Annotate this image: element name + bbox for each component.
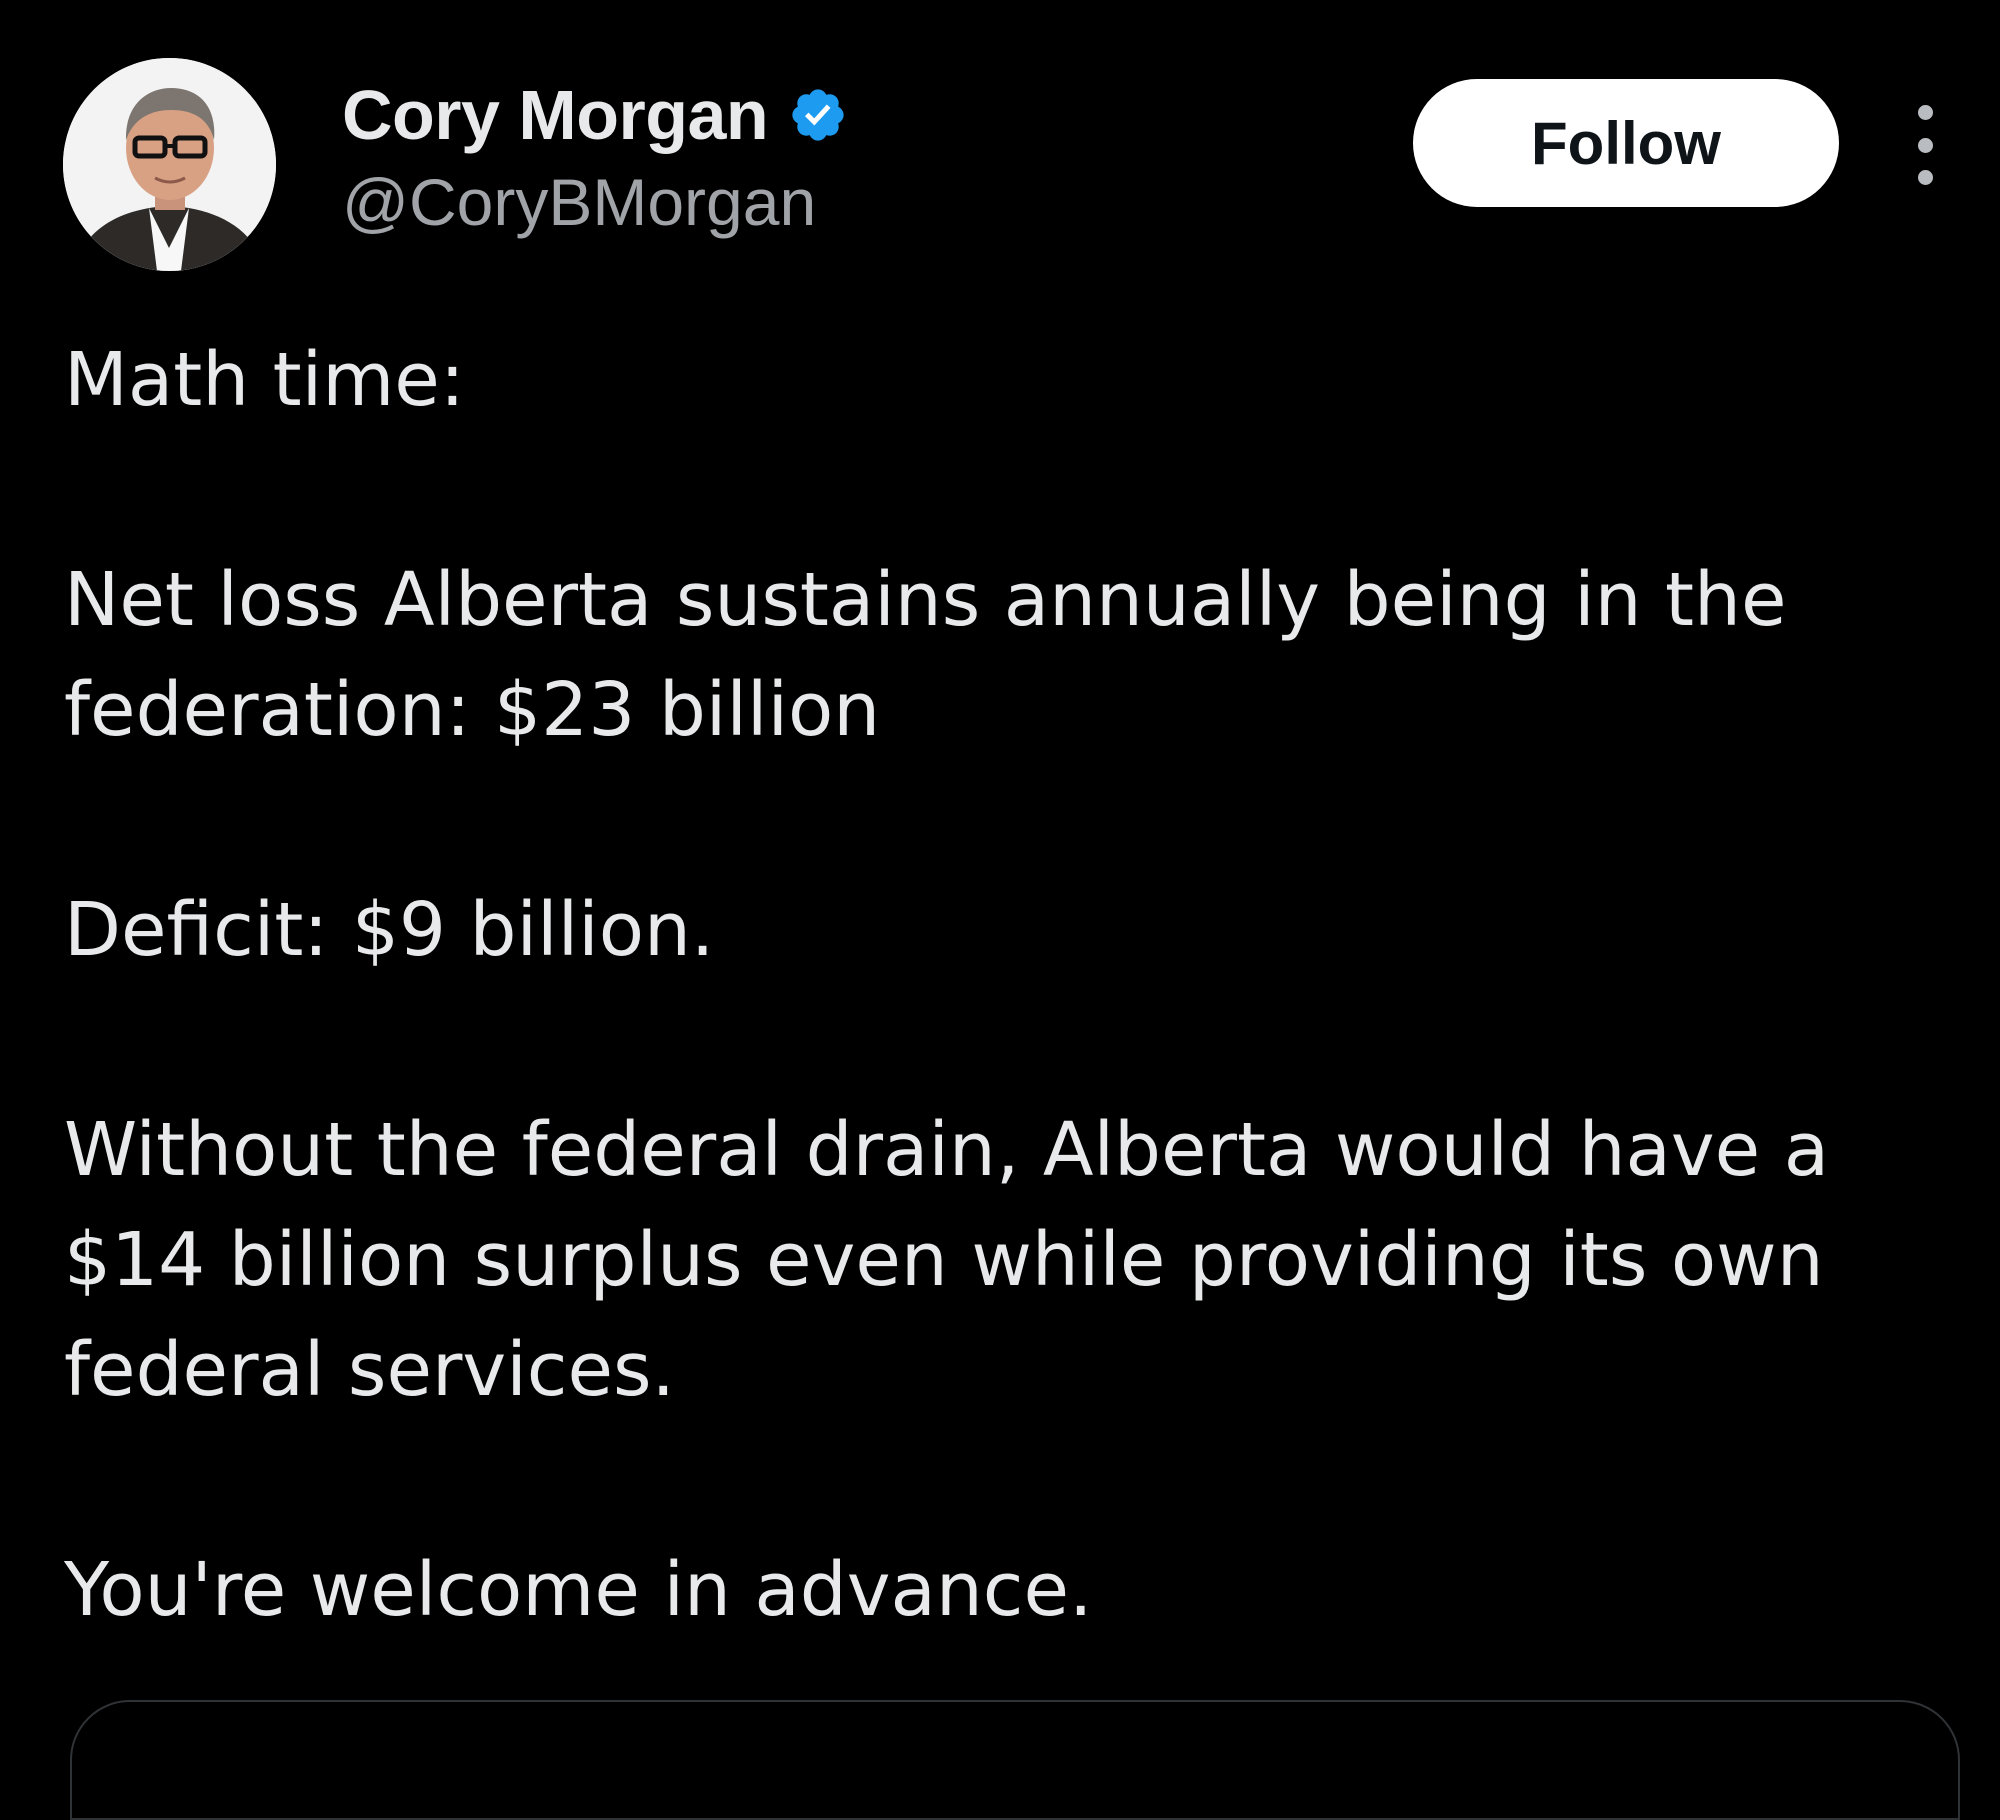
more-dot (1917, 170, 1933, 185)
verified-badge-icon[interactable] (788, 85, 848, 145)
author-name-row: Cory Morgan (342, 72, 848, 158)
tweet-paragraph: Math time: (64, 337, 465, 423)
tweet-paragraph: Deficit: $9 billion. (64, 887, 715, 973)
tweet-paragraph: Without the federal drain, Alberta would… (64, 1107, 1830, 1413)
author-block: Cory Morgan @CoryBMorgan (342, 72, 848, 252)
media-card-edge[interactable] (70, 1700, 1960, 1820)
tweet-text: Math time: Net loss Alberta sustains ann… (64, 325, 1954, 1645)
more-vertical-icon[interactable] (1900, 105, 1950, 185)
profile-photo (63, 58, 276, 271)
follow-button[interactable]: Follow (1413, 79, 1839, 207)
author-handle[interactable]: @CoryBMorgan (342, 164, 848, 240)
avatar[interactable] (63, 58, 276, 271)
more-dot (1917, 137, 1933, 153)
more-dot (1917, 105, 1933, 120)
tweet-paragraph: You're welcome in advance. (64, 1547, 1093, 1633)
author-display-name[interactable]: Cory Morgan (342, 75, 769, 155)
tweet-paragraph: Net loss Alberta sustains annually being… (64, 557, 1787, 753)
